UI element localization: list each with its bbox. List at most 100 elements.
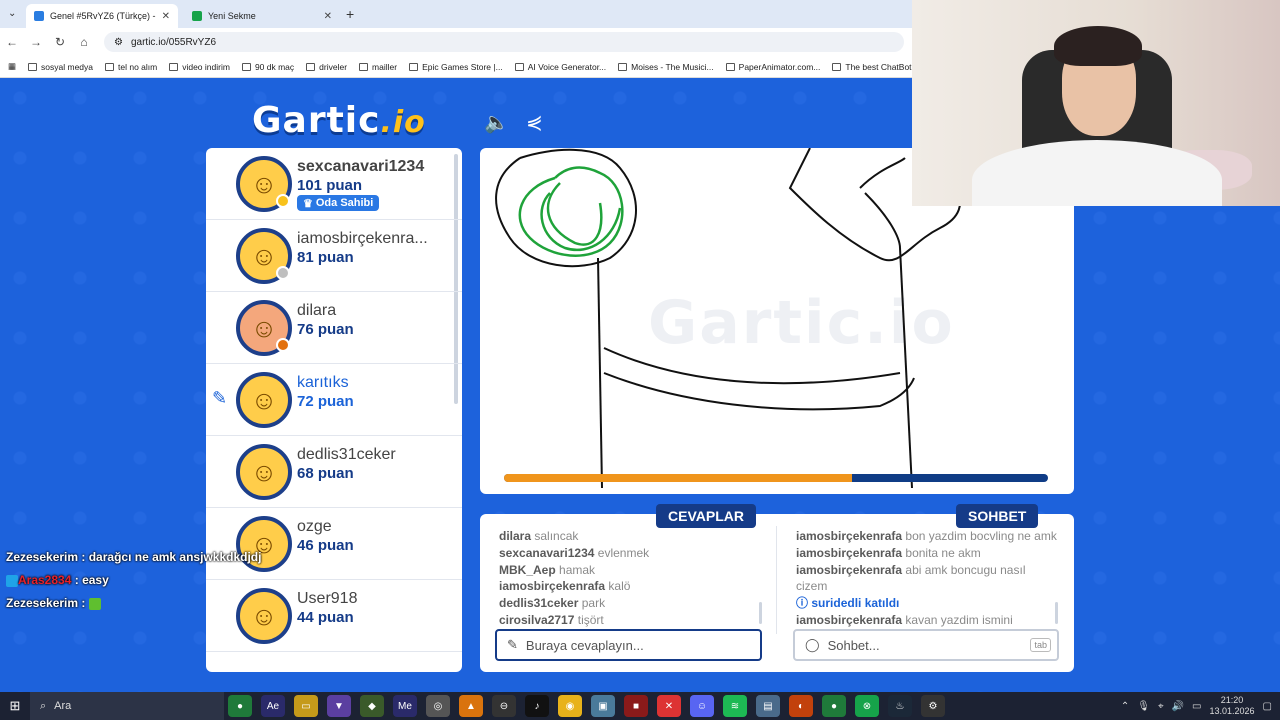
location-icon[interactable]: ⌖ bbox=[1158, 701, 1164, 712]
bookmark-item[interactable]: The best ChatBot bbox=[832, 62, 912, 72]
answer-user: sexcanavari1234 bbox=[499, 545, 595, 560]
bookmark-item[interactable]: sosyal medya bbox=[28, 62, 93, 72]
taskbar-search[interactable]: ⌕ Ara bbox=[30, 692, 224, 720]
chat-system-message: ⓘ suridedli katıldı bbox=[796, 595, 1058, 612]
notification-icon[interactable]: ▢ bbox=[1263, 701, 1272, 712]
gartic-logo: Gartic.io bbox=[252, 100, 426, 141]
bookmark-item[interactable]: PaperAnimator.com... bbox=[725, 62, 820, 72]
recorder-app-icon[interactable]: ■ bbox=[624, 695, 648, 717]
pencil-icon: ✎ bbox=[212, 388, 228, 408]
home-icon[interactable]: ⌂ bbox=[72, 35, 96, 49]
bookmark-item[interactable]: Moises - The Musici... bbox=[618, 62, 714, 72]
forward-arrow-icon[interactable]: → bbox=[24, 35, 48, 49]
answer-user: dilara bbox=[499, 529, 532, 543]
bookmark-item[interactable]: mailler bbox=[359, 62, 397, 72]
microphone-icon[interactable]: 🎙 bbox=[1137, 701, 1150, 712]
close-icon[interactable]: ✕ bbox=[162, 11, 170, 22]
answer-input[interactable]: ✎ Buraya cevaplayın... bbox=[495, 629, 762, 661]
stream-text: : darağcı ne amk ansjwkkdkdjdj bbox=[81, 550, 262, 564]
site-info-icon[interactable]: ⚙ bbox=[114, 37, 123, 48]
xbox-app-icon[interactable]: ⊗ bbox=[855, 695, 879, 717]
bookmark-item[interactable]: tel no alım bbox=[105, 62, 157, 72]
answer-text: salıncak bbox=[534, 529, 579, 543]
share-icon[interactable]: ⋞ bbox=[526, 110, 548, 134]
answers-scrollbar[interactable] bbox=[759, 602, 762, 624]
windows-start-icon[interactable]: ⊞ bbox=[0, 698, 30, 714]
player-score: 81 puan bbox=[297, 249, 354, 266]
answer-message: cirosilva2717 tişört bbox=[499, 612, 761, 629]
player-row-drawing[interactable]: ✎ ☺ karıtıks 72 puan bbox=[206, 364, 462, 436]
taskbar-clock[interactable]: 21:20 13.01.2026 bbox=[1210, 695, 1255, 717]
obs-app-icon[interactable]: ◎ bbox=[426, 695, 450, 717]
apps-grid-icon[interactable]: ▦ bbox=[8, 61, 16, 72]
maps-app-icon[interactable]: ◉ bbox=[558, 695, 582, 717]
close-app-icon[interactable]: ✕ bbox=[657, 695, 681, 717]
bookmark-item[interactable]: video indirim bbox=[169, 62, 230, 72]
photos-app-icon[interactable]: ▣ bbox=[591, 695, 615, 717]
speaker-icon[interactable]: 🔈 bbox=[484, 110, 510, 134]
player-row[interactable]: ☺ dilara 76 puan bbox=[206, 292, 462, 364]
media-encoder-app-icon[interactable]: Me bbox=[393, 695, 417, 717]
chrome-favicon-icon bbox=[192, 11, 202, 21]
player-score: 101 puan bbox=[297, 177, 363, 194]
room-owner-badge: ♛ Oda Sahibi bbox=[297, 195, 380, 211]
tab-new[interactable]: Yeni Sekme ✕ bbox=[184, 4, 340, 28]
reload-icon[interactable]: ↻ bbox=[48, 35, 72, 49]
vlc-app-icon[interactable]: ▲ bbox=[459, 695, 483, 717]
notes-app-icon[interactable]: ▤ bbox=[756, 695, 780, 717]
url-field[interactable]: ⚙ gartic.io/055RvYZ6 bbox=[104, 32, 904, 52]
capcut-app-icon[interactable]: ⊖ bbox=[492, 695, 516, 717]
chat-input[interactable]: ◯ Sohbet... tab bbox=[793, 629, 1059, 661]
info-icon: ⓘ bbox=[796, 596, 809, 611]
bookmark-label: Epic Games Store |... bbox=[422, 61, 503, 72]
network-icon[interactable]: ▭ bbox=[1192, 701, 1201, 712]
bookmark-item[interactable]: driveler bbox=[306, 62, 347, 72]
player-row[interactable]: ☺ iamosbirçekenra... 81 puan bbox=[206, 220, 462, 292]
tab-gartic[interactable]: Genel #5RvYZ6 (Türkçe) - Gartic ✕ bbox=[26, 4, 178, 28]
chat-user: iamosbirçekenrafa bbox=[796, 529, 903, 543]
answer-text: hamak bbox=[559, 562, 596, 577]
bookmark-item[interactable]: Epic Games Store |... bbox=[409, 62, 503, 72]
file-explorer-app-icon[interactable]: ▭ bbox=[294, 695, 318, 717]
player-name: iamosbirçekenra... bbox=[297, 230, 428, 247]
back-arrow-icon[interactable]: ← bbox=[0, 35, 24, 49]
status-dot bbox=[276, 266, 290, 280]
bookmark-item[interactable]: AI Voice Generator... bbox=[514, 62, 606, 72]
game-app-icon[interactable]: ◆ bbox=[360, 695, 384, 717]
after-effects-app-icon[interactable]: Ae bbox=[261, 695, 285, 717]
answer-message: dedlis31ceker park bbox=[499, 595, 761, 612]
player-name: sexcanavari1234 bbox=[297, 158, 425, 175]
new-tab-plus-icon[interactable]: + bbox=[346, 6, 354, 22]
answer-message: MBK_Aep hamak bbox=[499, 562, 761, 579]
tab-search-chevron-icon[interactable]: ⌄ bbox=[8, 8, 16, 19]
user-badge-icon bbox=[6, 574, 18, 587]
chat-scrollbar[interactable] bbox=[1055, 602, 1058, 624]
bookmark-label: tel no alım bbox=[118, 61, 158, 72]
bookmark-item[interactable]: 90 dk maç bbox=[241, 62, 294, 72]
stream-user: Zezesekerim bbox=[6, 596, 79, 610]
round-timer-fill bbox=[504, 474, 853, 482]
settings-app-icon[interactable]: ⚙ bbox=[921, 695, 945, 717]
spotify-app-icon[interactable]: ≋ bbox=[723, 695, 747, 717]
browser-app-icon[interactable]: ◐ bbox=[789, 695, 813, 717]
webcam-person-hair bbox=[1054, 26, 1142, 66]
player-row[interactable]: ☺ sexcanavari1234 101 puan ♛ Oda Sahibi bbox=[206, 148, 462, 220]
chrome-app-icon[interactable]: ● bbox=[228, 695, 252, 717]
discord-app-icon[interactable]: ☺ bbox=[690, 695, 714, 717]
player-score: 46 puan bbox=[297, 537, 354, 554]
volume-icon[interactable]: 🔊 bbox=[1172, 701, 1184, 712]
answers-list: dilara salıncak sexcanavari1234 evlenmek… bbox=[499, 528, 761, 629]
tray-chevron-icon[interactable]: ⌃ bbox=[1121, 701, 1129, 712]
logo-suffix: .io bbox=[380, 105, 426, 140]
answer-placeholder: Buraya cevaplayın... bbox=[525, 637, 644, 653]
player-row[interactable]: ☺ dedlis31ceker 68 puan bbox=[206, 436, 462, 508]
bookmark-label: mailler bbox=[372, 61, 398, 72]
close-icon[interactable]: ✕ bbox=[324, 11, 332, 22]
steam-app-icon[interactable]: ♨ bbox=[888, 695, 912, 717]
tiktok-app-icon[interactable]: ♪ bbox=[525, 695, 549, 717]
chat-user: iamosbirçekenrafa bbox=[796, 612, 903, 627]
chat-user: iamosbirçekenrafa bbox=[796, 562, 903, 577]
chrome-alt-app-icon[interactable]: ● bbox=[822, 695, 846, 717]
windows-taskbar: ⊞ ⌕ Ara ● Ae ▭ ▼ ◆ Me ◎ ▲ ⊖ ♪ ◉ ▣ ■ ✕ ☺ … bbox=[0, 692, 1280, 720]
vpn-app-icon[interactable]: ▼ bbox=[327, 695, 351, 717]
